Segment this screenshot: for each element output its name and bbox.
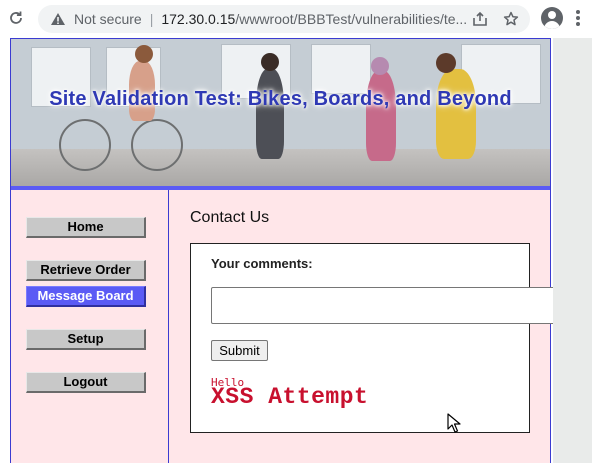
contact-form: Your comments: Submit Hello XSS Attempt [190, 243, 584, 433]
nav-home-button[interactable]: Home [26, 217, 146, 238]
site-page: Site Validation Test: Bikes, Boards, and… [10, 38, 584, 463]
browser-toolbar: Not secure | 172.30.0.15/wwwroot/BBBTest… [0, 0, 592, 38]
submit-button[interactable]: Submit [211, 340, 268, 361]
posted-message-heading: XSS Attempt [211, 384, 369, 410]
nav-retrieve-order-button[interactable]: Retrieve Order [26, 260, 146, 281]
comments-label: Your comments: [211, 256, 313, 271]
header-banner: Site Validation Test: Bikes, Boards, and… [11, 38, 550, 186]
warning-icon[interactable] [50, 11, 66, 27]
nav-logout-button[interactable]: Logout [26, 372, 146, 393]
sidebar-nav: Home Retrieve Order Message Board Setup … [11, 190, 169, 463]
scrollbar[interactable] [553, 38, 592, 463]
url-host: 172.30.0.15 [161, 11, 236, 27]
security-label: Not secure [74, 11, 142, 27]
menu-icon[interactable] [575, 10, 581, 26]
comments-textarea[interactable] [211, 287, 584, 324]
reload-icon[interactable] [6, 7, 26, 29]
share-icon[interactable] [472, 11, 488, 27]
page-heading: Contact Us [190, 209, 270, 226]
page-viewport: Site Validation Test: Bikes, Boards, and… [0, 38, 592, 463]
site-title: Site Validation Test: Bikes, Boards, and… [49, 88, 512, 110]
nav-message-board-button[interactable]: Message Board [26, 286, 146, 307]
main-content: Contact Us Your comments: Submit Hello X… [170, 190, 584, 463]
url-text: 172.30.0.15/wwwroot/BBBTest/vulnerabilit… [161, 11, 467, 27]
separator: | [149, 11, 154, 27]
nav-setup-button[interactable]: Setup [26, 329, 146, 350]
address-bar[interactable]: Not secure | 172.30.0.15/wwwroot/BBBTest… [38, 5, 530, 33]
profile-icon[interactable] [541, 7, 563, 29]
url-path: /wwwroot/BBBTest/vulnerabilities/te... [235, 11, 468, 27]
star-icon[interactable] [503, 11, 519, 27]
cursor-icon [447, 413, 461, 433]
